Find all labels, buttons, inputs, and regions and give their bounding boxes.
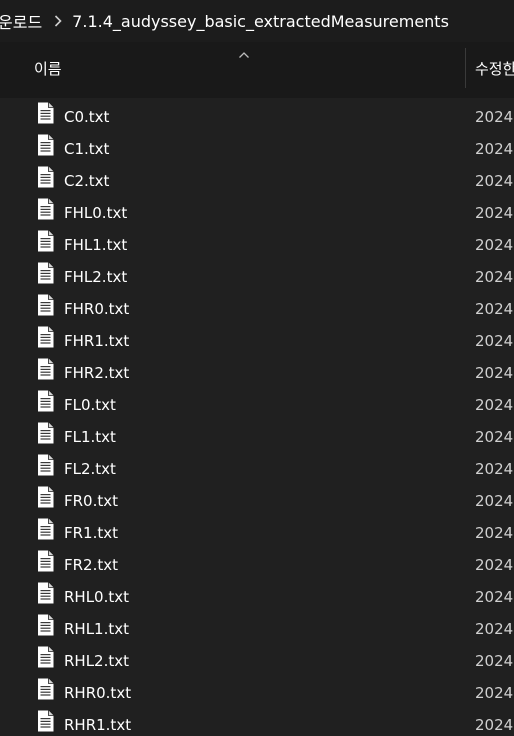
- chevron-right-icon[interactable]: [54, 15, 62, 27]
- text-file-icon: [37, 326, 54, 348]
- file-date-modified: 2024: [475, 716, 514, 734]
- file-name: FR1.txt: [64, 524, 119, 542]
- text-file-icon: [37, 582, 54, 604]
- file-date-modified: 2024: [475, 428, 514, 446]
- file-name: FHL1.txt: [64, 236, 128, 254]
- file-date-modified: 2024: [475, 684, 514, 702]
- text-file-icon: [37, 230, 54, 252]
- text-file-icon: [37, 102, 54, 124]
- text-file-icon: [37, 518, 54, 540]
- file-row[interactable]: RHR1.txt 2024: [0, 708, 514, 736]
- file-date-modified: 2024: [475, 364, 514, 382]
- text-file-icon: [37, 678, 54, 700]
- text-file-icon: [37, 198, 54, 220]
- text-file-icon: [37, 454, 54, 476]
- file-name: RHL0.txt: [64, 588, 130, 606]
- file-name: FR2.txt: [64, 556, 119, 574]
- text-file-icon: [37, 134, 54, 156]
- file-row[interactable]: RHL0.txt 2024: [0, 580, 514, 612]
- column-header: 이름 수정한: [0, 42, 514, 94]
- column-divider[interactable]: [465, 48, 466, 88]
- file-date-modified: 2024: [475, 524, 514, 542]
- file-name: FHR2.txt: [64, 364, 130, 382]
- file-row[interactable]: C0.txt 2024: [0, 100, 514, 132]
- file-date-modified: 2024: [475, 556, 514, 574]
- file-date-modified: 2024: [475, 620, 514, 638]
- file-date-modified: 2024: [475, 236, 514, 254]
- file-row[interactable]: C2.txt 2024: [0, 164, 514, 196]
- text-file-icon: [37, 550, 54, 572]
- file-row[interactable]: RHR0.txt 2024: [0, 676, 514, 708]
- file-row[interactable]: RHL2.txt 2024: [0, 644, 514, 676]
- file-row[interactable]: FR1.txt 2024: [0, 516, 514, 548]
- file-row[interactable]: FHL1.txt 2024: [0, 228, 514, 260]
- file-date-modified: 2024: [475, 332, 514, 350]
- file-name: FHR1.txt: [64, 332, 130, 350]
- text-file-icon: [37, 166, 54, 188]
- text-file-icon: [37, 486, 54, 508]
- text-file-icon: [37, 358, 54, 380]
- breadcrumb-item-current-folder[interactable]: 7.1.4_audyssey_basic_extractedMeasuremen…: [72, 12, 449, 31]
- text-file-icon: [37, 390, 54, 412]
- file-name: C0.txt: [64, 108, 110, 126]
- file-date-modified: 2024: [475, 492, 514, 510]
- file-explorer-window: 운로드 7.1.4_audyssey_basic_extractedMeasur…: [0, 0, 514, 736]
- breadcrumb-item-downloads[interactable]: 운로드: [0, 9, 42, 33]
- file-name: C2.txt: [64, 172, 110, 190]
- file-row[interactable]: FHR0.txt 2024: [0, 292, 514, 324]
- file-name: FHL0.txt: [64, 204, 128, 222]
- file-list: C0.txt 2024 C1.txt 2024 C2.txt 2024 FHL0.txt 20…: [0, 98, 514, 736]
- file-name: FHR0.txt: [64, 300, 130, 318]
- file-row[interactable]: RHL1.txt 2024: [0, 612, 514, 644]
- file-date-modified: 2024: [475, 268, 514, 286]
- file-row[interactable]: FHR2.txt 2024: [0, 356, 514, 388]
- text-file-icon: [37, 614, 54, 636]
- file-date-modified: 2024: [475, 460, 514, 478]
- text-file-icon: [37, 646, 54, 668]
- file-name: RHR1.txt: [64, 716, 132, 734]
- breadcrumb: 운로드 7.1.4_audyssey_basic_extractedMeasur…: [0, 0, 514, 42]
- file-name: RHL1.txt: [64, 620, 130, 638]
- file-date-modified: 2024: [475, 652, 514, 670]
- file-row[interactable]: FHL2.txt 2024: [0, 260, 514, 292]
- column-header-name[interactable]: 이름: [34, 58, 62, 79]
- file-name: RHR0.txt: [64, 684, 132, 702]
- file-date-modified: 2024: [475, 108, 514, 126]
- column-header-date-modified[interactable]: 수정한: [475, 58, 514, 79]
- file-row[interactable]: FL2.txt 2024: [0, 452, 514, 484]
- file-row[interactable]: FHR1.txt 2024: [0, 324, 514, 356]
- text-file-icon: [37, 262, 54, 284]
- file-date-modified: 2024: [475, 300, 514, 318]
- file-date-modified: 2024: [475, 588, 514, 606]
- file-date-modified: 2024: [475, 204, 514, 222]
- file-name: FL2.txt: [64, 460, 116, 478]
- file-name: RHL2.txt: [64, 652, 130, 670]
- file-row[interactable]: FR0.txt 2024: [0, 484, 514, 516]
- file-row[interactable]: FHL0.txt 2024: [0, 196, 514, 228]
- file-row[interactable]: FL1.txt 2024: [0, 420, 514, 452]
- sort-ascending-icon: [238, 44, 250, 63]
- file-name: FHL2.txt: [64, 268, 128, 286]
- file-name: C1.txt: [64, 140, 110, 158]
- file-row[interactable]: C1.txt 2024: [0, 132, 514, 164]
- file-date-modified: 2024: [475, 140, 514, 158]
- text-file-icon: [37, 294, 54, 316]
- file-name: FL1.txt: [64, 428, 116, 446]
- text-file-icon: [37, 710, 54, 732]
- text-file-icon: [37, 422, 54, 444]
- file-date-modified: 2024: [475, 172, 514, 190]
- file-name: FR0.txt: [64, 492, 119, 510]
- file-name: FL0.txt: [64, 396, 116, 414]
- file-row[interactable]: FL0.txt 2024: [0, 388, 514, 420]
- file-date-modified: 2024: [475, 396, 514, 414]
- file-row[interactable]: FR2.txt 2024: [0, 548, 514, 580]
